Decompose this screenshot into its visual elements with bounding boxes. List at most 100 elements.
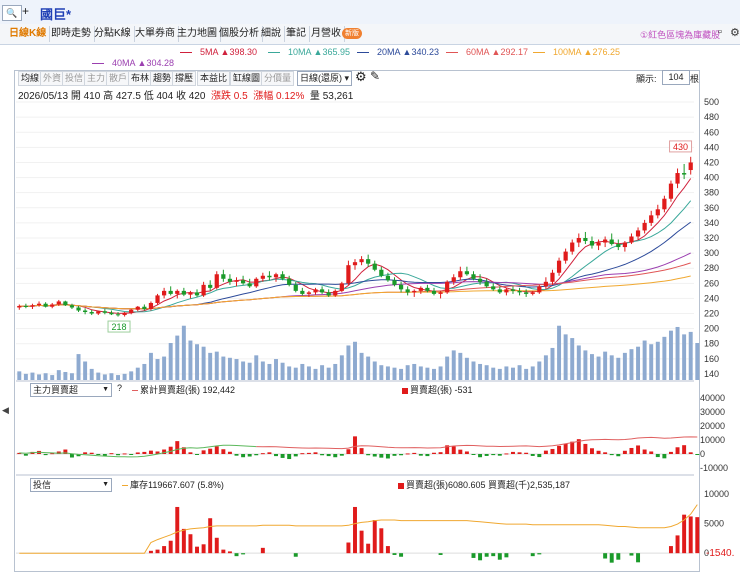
title-bar: 🔍 + 國巨* (0, 0, 740, 25)
chart-settings-icon[interactable]: ⚙ (355, 69, 367, 85)
ma10-label: 10MA (288, 47, 312, 57)
price-tick-label: 380 (704, 188, 719, 198)
tab-broker-kline[interactable]: 分點K線 (91, 26, 135, 42)
tab-main-force-map[interactable]: 主力地圖 (174, 26, 221, 42)
tb-foreign[interactable]: 外資 (40, 71, 65, 86)
price-tick-label: 360 (704, 203, 719, 213)
price-tick-label: 440 (704, 142, 719, 152)
main-force-select[interactable]: 主力買賣超 ▼ (30, 383, 112, 397)
help-icon[interactable]: ? (117, 383, 122, 393)
info-open: 410 (83, 91, 101, 102)
info-change: 0.5 (233, 91, 248, 102)
tb-support[interactable]: 撐壓 (172, 71, 197, 86)
tab-details[interactable]: 細說 (258, 26, 285, 42)
price-tick-label: 340 (704, 218, 719, 228)
netbuy-swatch (402, 387, 408, 394)
search-icon: 🔍 (6, 8, 18, 18)
chart-frame (14, 70, 700, 572)
tab-large-orders[interactable]: 大單券商 (132, 26, 179, 42)
price-tick-label: 180 (704, 339, 719, 349)
tab-intraday[interactable]: 即時走勢 (48, 26, 95, 42)
tb-trend[interactable]: 趨勢 (150, 71, 175, 86)
chevron-down-icon: ▼ (102, 481, 109, 488)
info-pct: 0.12% (276, 91, 305, 102)
trust-select-value: 投信 (33, 480, 52, 490)
info-close-label: 收 (175, 91, 186, 102)
inventory-swatch (122, 485, 128, 487)
tb-price-volume[interactable]: 分價量 (261, 71, 295, 86)
add-button[interactable]: + (22, 4, 32, 18)
price-tick-label: 500 (704, 97, 719, 107)
draw-pencil-icon[interactable]: ✎ (370, 69, 380, 83)
price-tick-label: 480 (704, 112, 719, 122)
price-tick-label: 400 (704, 173, 719, 183)
price-tick-label: 460 (704, 127, 719, 137)
ma100-value: ▲276.25 (583, 47, 620, 57)
search-button[interactable]: 🔍 (2, 5, 22, 21)
settings-icon[interactable]: ⚙ (730, 26, 740, 39)
price-tick-label: 280 (704, 263, 719, 273)
trust-tick-label: 5000 (704, 519, 724, 529)
stock-title: 國巨* (40, 7, 72, 22)
inventory-legend: 庫存119667.607 (5.8%) (122, 478, 224, 491)
treasury-hint: ①紅色區塊為庫藏股 (640, 30, 721, 40)
tab-daily-kline[interactable]: 日線K線 (6, 26, 51, 42)
period-value: 日線(還原) (300, 73, 342, 83)
ma20-value: ▲340.23 (402, 47, 439, 57)
tb-jar-chart[interactable]: 缸線圖 (230, 71, 264, 86)
ma5-swatch (180, 52, 192, 54)
netbuy-legend-text: 買賣超(張) -531 (410, 385, 473, 395)
tb-pe[interactable]: 本益比 (197, 71, 231, 86)
info-pct-label: 漲幅 (253, 91, 274, 102)
main-force-select-value: 主力買賣超 (33, 385, 79, 395)
trust-netbuy-legend: 買賣超(張)6080.605 買賣超(千)2,535,187 (398, 478, 570, 491)
cumulative-legend-text: 累計買賣超(張) 192,442 (140, 385, 236, 395)
ma20-label: 20MA (377, 47, 401, 57)
mainforce-tick-label: 0 (700, 449, 705, 459)
price-tick-label: 420 (704, 157, 719, 167)
price-tick-label: 240 (704, 293, 719, 303)
trust-tick-label: 0 (704, 548, 709, 558)
ma5-label: 5MA (200, 47, 219, 57)
display-count-input[interactable]: 104 (662, 70, 690, 85)
display-unit: 根 (690, 74, 700, 84)
ma10-swatch (268, 52, 280, 54)
window-icon[interactable]: ▫ (718, 26, 722, 38)
tab-stock-analysis[interactable]: 個股分析 (216, 26, 263, 42)
ma40-value: ▲304.28 (137, 58, 174, 68)
ma40-swatch (92, 63, 104, 65)
info-high: 427.5 (115, 91, 141, 102)
trust-select[interactable]: 投信 ▼ (30, 478, 112, 492)
info-change-label: 漲跌 (210, 91, 231, 102)
tab-bar: 日線K線 即時走勢 分點K線 大單券商 主力地圖 個股分析 細說 筆記 月營收 … (0, 24, 740, 45)
mainforce-tick-label: -10000 (700, 463, 728, 473)
new-version-badge: 新版 (342, 28, 362, 39)
mainforce-tick-label: 20000 (700, 421, 725, 431)
tab-monthly-revenue[interactable]: 月營收 (308, 26, 345, 42)
ma-legend: 5MA ▲398.30 10MA ▲365.95 20MA ▲340.23 60… (0, 44, 740, 68)
tb-main-force[interactable]: 主力 (84, 71, 109, 86)
price-tick-label: 200 (704, 324, 719, 334)
info-date: 2026/05/13 (18, 91, 69, 102)
ma-legend-60: 60MA ▲292.17 (446, 47, 528, 57)
info-high-label: 高 (103, 91, 114, 102)
left-arrow-icon[interactable]: ◀ (2, 405, 9, 416)
cumulative-swatch (132, 390, 138, 392)
info-open-label: 開 (70, 91, 81, 102)
period-select[interactable]: 日線(還原) ▾ (297, 71, 353, 86)
ma-legend-10: 10MA ▲365.95 (268, 47, 350, 57)
ma100-label: 100MA (553, 47, 582, 57)
price-tick-label: 260 (704, 278, 719, 288)
tb-trust[interactable]: 投信 (62, 71, 87, 86)
cumulative-legend: 累計買賣超(張) 192,442 (132, 383, 235, 396)
ma-legend-100: 100MA ▲276.25 (533, 47, 620, 57)
tab-notes[interactable]: 筆記 (283, 26, 310, 42)
tb-bollinger[interactable]: 布林 (128, 71, 153, 86)
tb-retail[interactable]: 散戶 (106, 71, 131, 86)
ma10-value: ▲365.95 (313, 47, 350, 57)
ma5-value: ▲398.30 (220, 47, 257, 57)
tb-ma[interactable]: 均線 (18, 71, 43, 86)
info-close: 420 (188, 91, 206, 102)
ma-legend-40: 40MA ▲304.28 (92, 58, 174, 68)
info-volume-label: 量 (309, 91, 320, 102)
